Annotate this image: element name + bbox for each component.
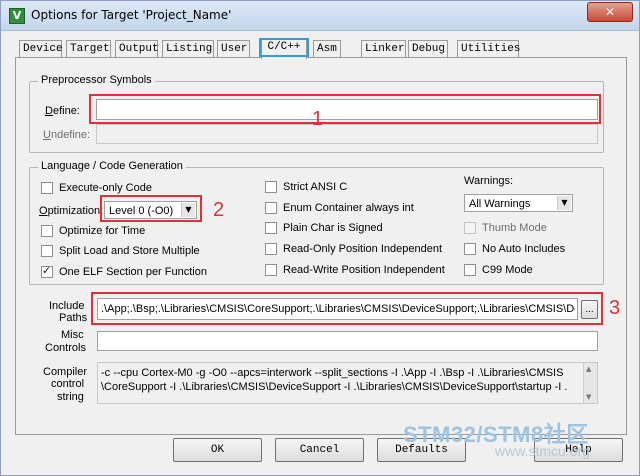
include-label-line2: Paths (59, 312, 88, 324)
no-auto-includes-label: No Auto Includes (482, 243, 566, 255)
strict-ansi-label: Strict ANSI C (283, 181, 348, 193)
annotation-number-2: 2 (213, 199, 225, 221)
tab-linker[interactable]: Linker (361, 40, 406, 58)
tab-user[interactable]: User (217, 40, 250, 58)
split-load-label: Split Load and Store Multiple (59, 245, 200, 257)
misc-controls-input[interactable] (97, 331, 598, 351)
enum-container-label: Enum Container always int (283, 202, 414, 214)
options-dialog: V Options for Target 'Project_Name' ✕ De… (0, 0, 640, 476)
one-elf-label: One ELF Section per Function (59, 266, 207, 278)
warnings-label: Warnings: (464, 175, 514, 187)
misc-label-line1: Misc (61, 329, 84, 341)
tab-asm[interactable]: Asm (313, 40, 341, 58)
compiler-label-line1: Compiler (43, 366, 88, 378)
tab-c-cpp[interactable]: C/C++ (261, 38, 307, 59)
warnings-value: All Warnings (469, 198, 531, 210)
tab-output[interactable]: Output (115, 40, 159, 58)
thumb-mode-checkbox[interactable] (464, 222, 476, 234)
optimization-label: Optimization: (39, 205, 104, 217)
no-auto-includes-checkbox[interactable] (464, 243, 476, 255)
include-browse-button[interactable]: ... (581, 300, 598, 319)
title-bar: V Options for Target 'Project_Name' ✕ (1, 1, 639, 31)
c99-mode-checkbox[interactable] (464, 264, 476, 276)
rw-pi-label: Read-Write Position Independent (283, 264, 445, 276)
undefine-label: Undefine: (43, 129, 91, 141)
define-label: Define: (45, 105, 80, 117)
scroll-up-icon[interactable]: ▲ (586, 365, 591, 373)
optimize-time-checkbox[interactable] (41, 225, 53, 237)
annotation-number-3: 3 (609, 297, 621, 319)
compiler-scrollbar[interactable]: ▲ ▼ (583, 363, 597, 403)
warnings-select[interactable]: All Warnings ▼ (464, 194, 573, 212)
watermark-url: www.stmcu.org (495, 443, 590, 459)
compiler-string-box[interactable]: -c --cpu Cortex-M0 -g -O0 --apcs=interwo… (97, 362, 598, 404)
compiler-string-line1: -c --cpu Cortex-M0 -g -O0 --apcs=interwo… (101, 367, 564, 379)
rw-pi-checkbox[interactable] (265, 264, 277, 276)
include-paths-value: .\App;.\Bsp;.\Libraries\CMSIS\CoreSuppor… (101, 303, 575, 315)
language-legend: Language / Code Generation (38, 160, 186, 172)
window-title: Options for Target 'Project_Name' (31, 8, 232, 22)
optimize-time-label: Optimize for Time (59, 225, 146, 237)
undefine-input[interactable] (96, 124, 598, 144)
enum-container-checkbox[interactable] (265, 202, 277, 214)
optimization-select[interactable]: Level 0 (-O0) ▼ (104, 201, 197, 219)
compiler-string-line2: \CoreSupport -I .\Libraries\CMSIS\Device… (101, 381, 568, 393)
compiler-label-line3: string (57, 391, 84, 403)
compiler-label-line2: control (51, 378, 85, 390)
define-input[interactable] (96, 99, 598, 120)
watermark: STM32/STM8社区 www.stmcu.org (403, 417, 590, 459)
one-elf-checkbox[interactable] (41, 264, 53, 278)
cancel-button[interactable]: Cancel (275, 438, 364, 462)
ro-pi-checkbox[interactable] (265, 243, 277, 255)
tab-utilities[interactable]: Utilities (457, 40, 520, 58)
split-load-checkbox[interactable] (41, 245, 53, 257)
tab-target[interactable]: Target (66, 40, 111, 58)
ro-pi-label: Read-Only Position Independent (283, 243, 442, 255)
execute-only-checkbox[interactable] (41, 182, 53, 194)
include-paths-input[interactable]: .\App;.\Bsp;.\Libraries\CMSIS\CoreSuppor… (97, 298, 578, 320)
tab-debug[interactable]: Debug (408, 40, 448, 58)
ok-button[interactable]: OK (173, 438, 262, 462)
tab-listing[interactable]: Listing (162, 40, 214, 58)
tab-device[interactable]: Device (19, 40, 63, 58)
include-label-line1: Include (49, 300, 85, 312)
scroll-down-icon[interactable]: ▼ (586, 393, 591, 401)
plain-char-label: Plain Char is Signed (283, 222, 383, 234)
misc-label-line2: Controls (45, 342, 86, 354)
preprocessor-legend: Preprocessor Symbols (38, 74, 155, 86)
c99-mode-label: C99 Mode (482, 264, 533, 276)
strict-ansi-checkbox[interactable] (265, 181, 277, 193)
keil-app-icon: V (9, 8, 25, 24)
execute-only-label: Execute-only Code (59, 182, 152, 194)
chevron-down-icon: ▼ (181, 203, 195, 217)
optimization-value: Level 0 (-O0) (109, 205, 174, 217)
close-button[interactable]: ✕ (587, 2, 633, 22)
plain-char-checkbox[interactable] (265, 222, 277, 234)
thumb-mode-label: Thumb Mode (482, 222, 547, 234)
annotation-number-1: 1 (312, 108, 324, 130)
chevron-down-icon: ▼ (557, 196, 571, 210)
